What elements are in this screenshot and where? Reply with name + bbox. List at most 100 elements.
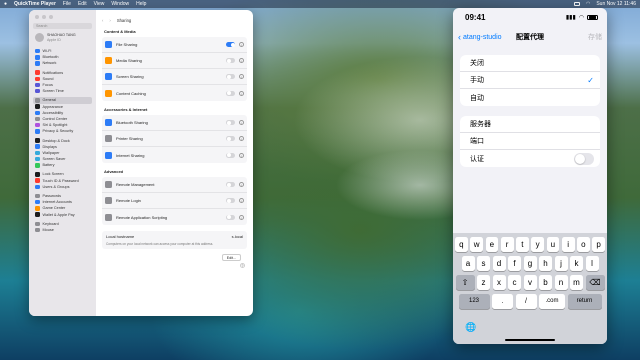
info-icon[interactable]: i (239, 74, 244, 79)
key-k[interactable]: k (570, 256, 583, 271)
slash-key[interactable]: / (515, 294, 537, 309)
service-icon (105, 213, 112, 221)
dotcom-key[interactable]: .com (539, 294, 565, 309)
delete-key[interactable]: ⌫ (585, 275, 605, 290)
service-toggle[interactable] (226, 182, 235, 187)
sidebar-item[interactable]: Desktop & Dock (33, 137, 92, 143)
key-o[interactable]: o (577, 237, 590, 252)
key-e[interactable]: e (485, 237, 499, 252)
info-icon[interactable]: i (239, 42, 244, 47)
service-toggle[interactable] (226, 90, 235, 96)
info-icon[interactable]: i (239, 182, 244, 187)
service-toggle[interactable] (226, 120, 235, 125)
sidebar-item[interactable]: Lock Screen (33, 171, 92, 177)
auth-toggle[interactable] (574, 152, 594, 165)
keyboard: qwertyuiop asdfghjkl ⇧ zxcvbnm ⌫ 123 . /… (453, 233, 607, 344)
sidebar-item-label: Control Center (42, 116, 68, 121)
service-toggle[interactable] (226, 152, 235, 158)
key-d[interactable]: d (492, 256, 506, 271)
key-m[interactable]: m (570, 275, 583, 290)
zoom-button[interactable] (49, 15, 53, 19)
menu-view[interactable]: View (94, 1, 105, 7)
service-toggle[interactable] (226, 136, 235, 141)
help-button[interactable]: ? (240, 263, 245, 268)
service-toggle[interactable] (226, 58, 235, 63)
checkmark-icon: ✓ (587, 75, 594, 85)
sidebar-item[interactable]: Notifications (33, 70, 92, 76)
service-toggle[interactable] (226, 74, 235, 79)
key-a[interactable]: a (461, 256, 475, 271)
key-u[interactable]: u (546, 237, 560, 252)
menu-app-name[interactable]: QuickTime Player (14, 1, 56, 7)
apple-id-user[interactable]: SHAOHAO TANG Apple ID (33, 33, 92, 42)
key-r[interactable]: r (500, 237, 514, 252)
edit-hostname-button[interactable]: Edit... (221, 254, 241, 261)
sidebar-item[interactable]: General (33, 97, 92, 104)
proxy-mode-option[interactable]: 关闭 (460, 55, 600, 72)
key-h[interactable]: h (539, 256, 552, 271)
proxy-mode-option[interactable]: 自动 (460, 89, 600, 106)
back-arrow-icon[interactable]: ‹ (102, 18, 103, 23)
close-button[interactable] (35, 15, 39, 19)
battery-menu-icon[interactable] (573, 2, 580, 6)
key-w[interactable]: w (470, 237, 483, 252)
key-n[interactable]: n (554, 275, 568, 290)
sidebar-item[interactable]: Appearance (33, 104, 92, 110)
apple-icon[interactable]: ● (4, 1, 7, 7)
sidebar-item-label: Lock Screen (42, 172, 64, 177)
key-i[interactable]: i (561, 237, 575, 252)
key-z[interactable]: z (477, 275, 490, 290)
key-t[interactable]: t (516, 237, 529, 252)
sidebar-item[interactable]: Touch ID & Password (33, 178, 92, 184)
service-toggle[interactable] (226, 42, 235, 47)
minimize-button[interactable] (42, 15, 46, 19)
key-l[interactable]: l (585, 256, 599, 271)
menubar-clock[interactable]: Sun Nov 12 11:46 (596, 1, 636, 7)
server-field[interactable]: 服务器 (460, 116, 600, 133)
save-button[interactable]: 存储 (588, 32, 602, 42)
sidebar-search-input[interactable]: Search (33, 23, 92, 29)
sidebar-item[interactable]: Displays (33, 144, 92, 150)
key-y[interactable]: y (531, 237, 544, 252)
info-icon[interactable]: i (239, 58, 244, 63)
service-toggle[interactable] (226, 198, 235, 203)
sidebar-item-label: Privacy & Security (42, 129, 74, 134)
globe-icon[interactable]: 🌐 (465, 322, 476, 333)
key-s[interactable]: s (477, 256, 490, 271)
menu-edit[interactable]: Edit (78, 1, 87, 7)
sidebar-item[interactable]: Mouse (33, 227, 92, 233)
proxy-mode-option[interactable]: 手动 ✓ (460, 72, 600, 89)
dot-key[interactable]: . (492, 294, 513, 309)
key-q[interactable]: q (455, 237, 468, 252)
wifi-menu-icon[interactable]: ◠ (586, 1, 590, 7)
key-x[interactable]: x (492, 275, 506, 290)
numbers-key[interactable]: 123 (458, 294, 490, 309)
menu-file[interactable]: File (63, 1, 71, 7)
return-key[interactable]: return (567, 294, 602, 309)
forward-arrow-icon[interactable]: › (109, 18, 110, 23)
key-f[interactable]: f (508, 256, 521, 271)
info-icon[interactable]: i (239, 152, 244, 158)
shift-key[interactable]: ⇧ (455, 275, 475, 290)
service-toggle[interactable] (226, 214, 235, 220)
info-icon[interactable]: i (239, 120, 244, 125)
key-g[interactable]: g (523, 256, 537, 271)
back-button[interactable]: ‹ atang-studio (458, 32, 502, 41)
menu-help[interactable]: Help (136, 1, 146, 7)
sidebar-item-icon (35, 172, 40, 177)
info-icon[interactable]: i (239, 90, 244, 96)
info-icon[interactable]: i (239, 198, 244, 203)
key-b[interactable]: b (539, 275, 552, 290)
info-icon[interactable]: i (239, 136, 244, 141)
port-field[interactable]: 端口 (460, 133, 600, 150)
info-icon[interactable]: i (239, 214, 244, 220)
key-c[interactable]: c (508, 275, 521, 290)
service-icon (105, 119, 112, 126)
menu-window[interactable]: Window (111, 1, 129, 7)
sidebar-item[interactable]: Game Center (33, 205, 92, 211)
sidebar-item[interactable]: Keyboard (33, 221, 92, 227)
key-v[interactable]: v (523, 275, 537, 290)
key-p[interactable]: p (592, 237, 605, 252)
key-j[interactable]: j (554, 256, 568, 271)
sidebar-item[interactable]: Accessibility (33, 110, 92, 116)
